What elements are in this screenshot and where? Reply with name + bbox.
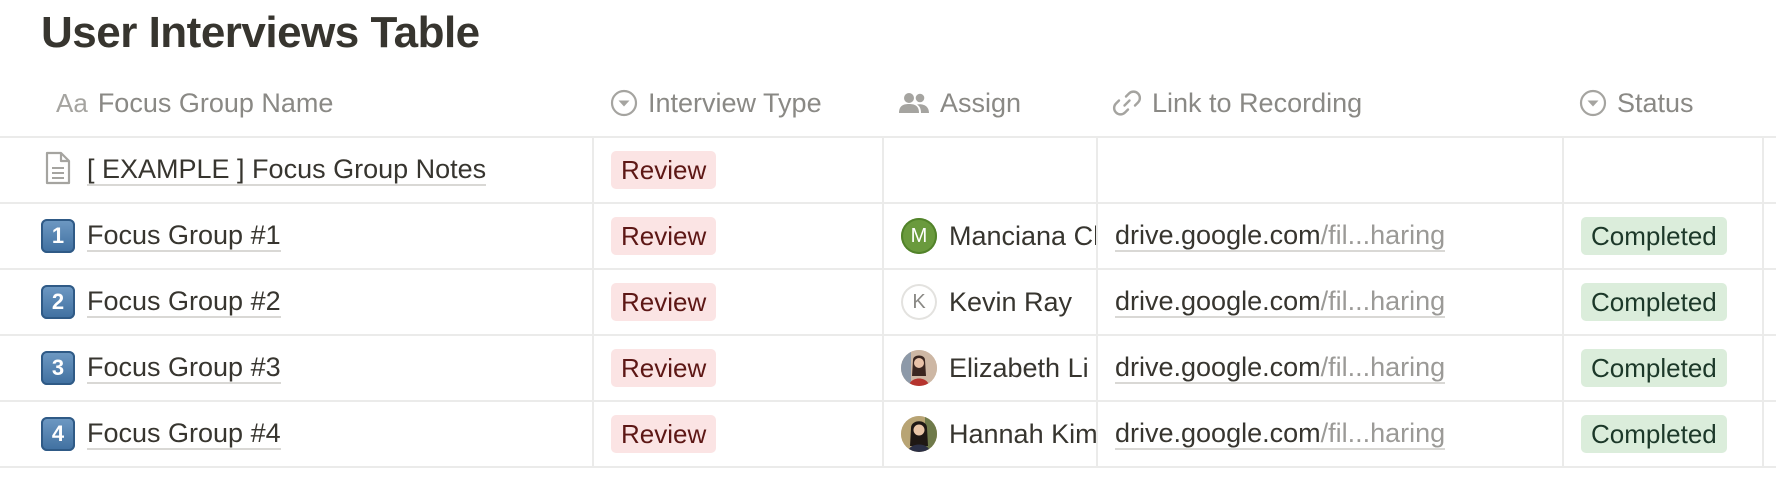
recording-link[interactable]: drive.google.com/fil...haring — [1115, 352, 1446, 384]
assign-cell[interactable]: Elizabeth Li — [882, 336, 1096, 400]
keycap-2-icon: 2 — [41, 285, 75, 319]
column-header-interview-type[interactable]: Interview Type — [592, 70, 882, 136]
name-cell[interactable]: [ EXAMPLE ] Focus Group Notes — [0, 138, 592, 202]
avatar: M — [901, 218, 937, 254]
notion-page: User Interviews Table Aa Focus Group Nam… — [0, 0, 1776, 480]
page-title: User Interviews Table — [41, 8, 480, 57]
assignee-name: Manciana Chen — [949, 220, 1096, 251]
link-icon — [1112, 88, 1142, 118]
column-divider — [1762, 270, 1764, 334]
column-divider — [1762, 336, 1764, 400]
avatar: K — [901, 284, 937, 320]
column-header-status[interactable]: Status — [1562, 70, 1762, 136]
column-divider — [1762, 204, 1764, 268]
link-cell[interactable]: drive.google.com/fil...haring — [1096, 204, 1562, 268]
column-header-label: Assign — [940, 87, 1022, 118]
interview-type-tag: Review — [611, 283, 717, 321]
assign-cell[interactable]: M Manciana Chen — [882, 204, 1096, 268]
status-cell[interactable]: Completed — [1562, 270, 1764, 334]
page-link-title[interactable]: Focus Group #4 — [87, 418, 281, 450]
column-header-label: Link to Recording — [1152, 87, 1363, 118]
recording-link[interactable]: drive.google.com/fil...haring — [1115, 220, 1446, 252]
column-header-label: Focus Group Name — [97, 87, 334, 118]
assignee-name: Hannah Kim — [949, 418, 1096, 449]
people-icon — [898, 90, 930, 116]
name-cell[interactable]: 3 Focus Group #3 — [0, 336, 592, 400]
link-domain: drive.google.com — [1115, 352, 1321, 382]
table-row[interactable]: 1 Focus Group #1 Review M Manciana Chen … — [0, 204, 1776, 270]
status-cell[interactable]: Completed — [1562, 402, 1764, 466]
database-table: Aa Focus Group Name Interview Type Assig… — [0, 70, 1776, 468]
keycap-1-icon: 1 — [41, 219, 75, 253]
interview-type-tag: Review — [611, 217, 717, 255]
table-row[interactable]: 4 Focus Group #4 Review Hannah Kim drive… — [0, 402, 1776, 468]
page-link-title[interactable]: Focus Group #2 — [87, 286, 281, 318]
assign-cell[interactable]: Hannah Kim — [882, 402, 1096, 466]
link-domain: drive.google.com — [1115, 286, 1321, 316]
status-badge: Completed — [1581, 217, 1727, 255]
interview-type-tag: Review — [611, 349, 717, 387]
link-path: /fil...haring — [1320, 286, 1446, 316]
document-icon — [43, 151, 73, 190]
status-cell[interactable]: Completed — [1562, 336, 1764, 400]
status-cell[interactable] — [1562, 138, 1764, 202]
text-icon: Aa — [56, 87, 88, 118]
assign-cell[interactable]: K Kevin Ray — [882, 270, 1096, 334]
avatar — [901, 350, 937, 386]
link-cell[interactable]: drive.google.com/fil...haring — [1096, 336, 1562, 400]
column-divider — [1762, 402, 1764, 466]
link-path: /fil...haring — [1320, 220, 1446, 250]
link-cell[interactable]: drive.google.com/fil...haring — [1096, 402, 1562, 466]
status-badge: Completed — [1581, 349, 1727, 387]
table-row[interactable]: 3 Focus Group #3 Review Elizabeth Li dri… — [0, 336, 1776, 402]
column-header-assign[interactable]: Assign — [882, 70, 1096, 136]
name-cell[interactable]: 2 Focus Group #2 — [0, 270, 592, 334]
table-header: Aa Focus Group Name Interview Type Assig… — [0, 70, 1776, 138]
recording-link[interactable]: drive.google.com/fil...haring — [1115, 418, 1446, 450]
name-cell[interactable]: 4 Focus Group #4 — [0, 402, 592, 466]
assign-cell[interactable] — [882, 138, 1096, 202]
recording-link[interactable]: drive.google.com/fil...haring — [1115, 286, 1446, 318]
link-domain: drive.google.com — [1115, 220, 1321, 250]
link-domain: drive.google.com — [1115, 418, 1321, 448]
name-cell[interactable]: 1 Focus Group #1 — [0, 204, 592, 268]
interview-type-tag: Review — [611, 415, 717, 453]
interview-type-cell[interactable]: Review — [592, 138, 882, 202]
column-header-label: Status — [1617, 87, 1694, 118]
table-row[interactable]: [ EXAMPLE ] Focus Group Notes Review — [0, 138, 1776, 204]
interview-type-cell[interactable]: Review — [592, 402, 882, 466]
link-path: /fil...haring — [1320, 418, 1446, 448]
page-link-title[interactable]: Focus Group #3 — [87, 352, 281, 384]
column-header-label: Interview Type — [648, 87, 822, 118]
select-icon — [610, 89, 638, 117]
link-cell[interactable]: drive.google.com/fil...haring — [1096, 270, 1562, 334]
page-link-title[interactable]: [ EXAMPLE ] Focus Group Notes — [87, 154, 487, 186]
avatar — [901, 416, 937, 452]
status-cell[interactable]: Completed — [1562, 204, 1764, 268]
keycap-3-icon: 3 — [41, 351, 75, 385]
table-row[interactable]: 2 Focus Group #2 Review K Kevin Ray driv… — [0, 270, 1776, 336]
link-path: /fil...haring — [1320, 352, 1446, 382]
status-badge: Completed — [1581, 415, 1727, 453]
status-badge: Completed — [1581, 283, 1727, 321]
link-cell[interactable] — [1096, 138, 1562, 202]
keycap-4-icon: 4 — [41, 417, 75, 451]
column-header-link[interactable]: Link to Recording — [1096, 70, 1562, 136]
column-header-name[interactable]: Aa Focus Group Name — [0, 70, 592, 136]
interview-type-tag: Review — [611, 151, 717, 189]
interview-type-cell[interactable]: Review — [592, 270, 882, 334]
interview-type-cell[interactable]: Review — [592, 204, 882, 268]
page-link-title[interactable]: Focus Group #1 — [87, 220, 281, 252]
interview-type-cell[interactable]: Review — [592, 336, 882, 400]
assignee-name: Elizabeth Li — [949, 352, 1089, 383]
assignee-name: Kevin Ray — [949, 286, 1073, 317]
column-divider — [1762, 138, 1764, 202]
select-icon — [1579, 89, 1607, 117]
